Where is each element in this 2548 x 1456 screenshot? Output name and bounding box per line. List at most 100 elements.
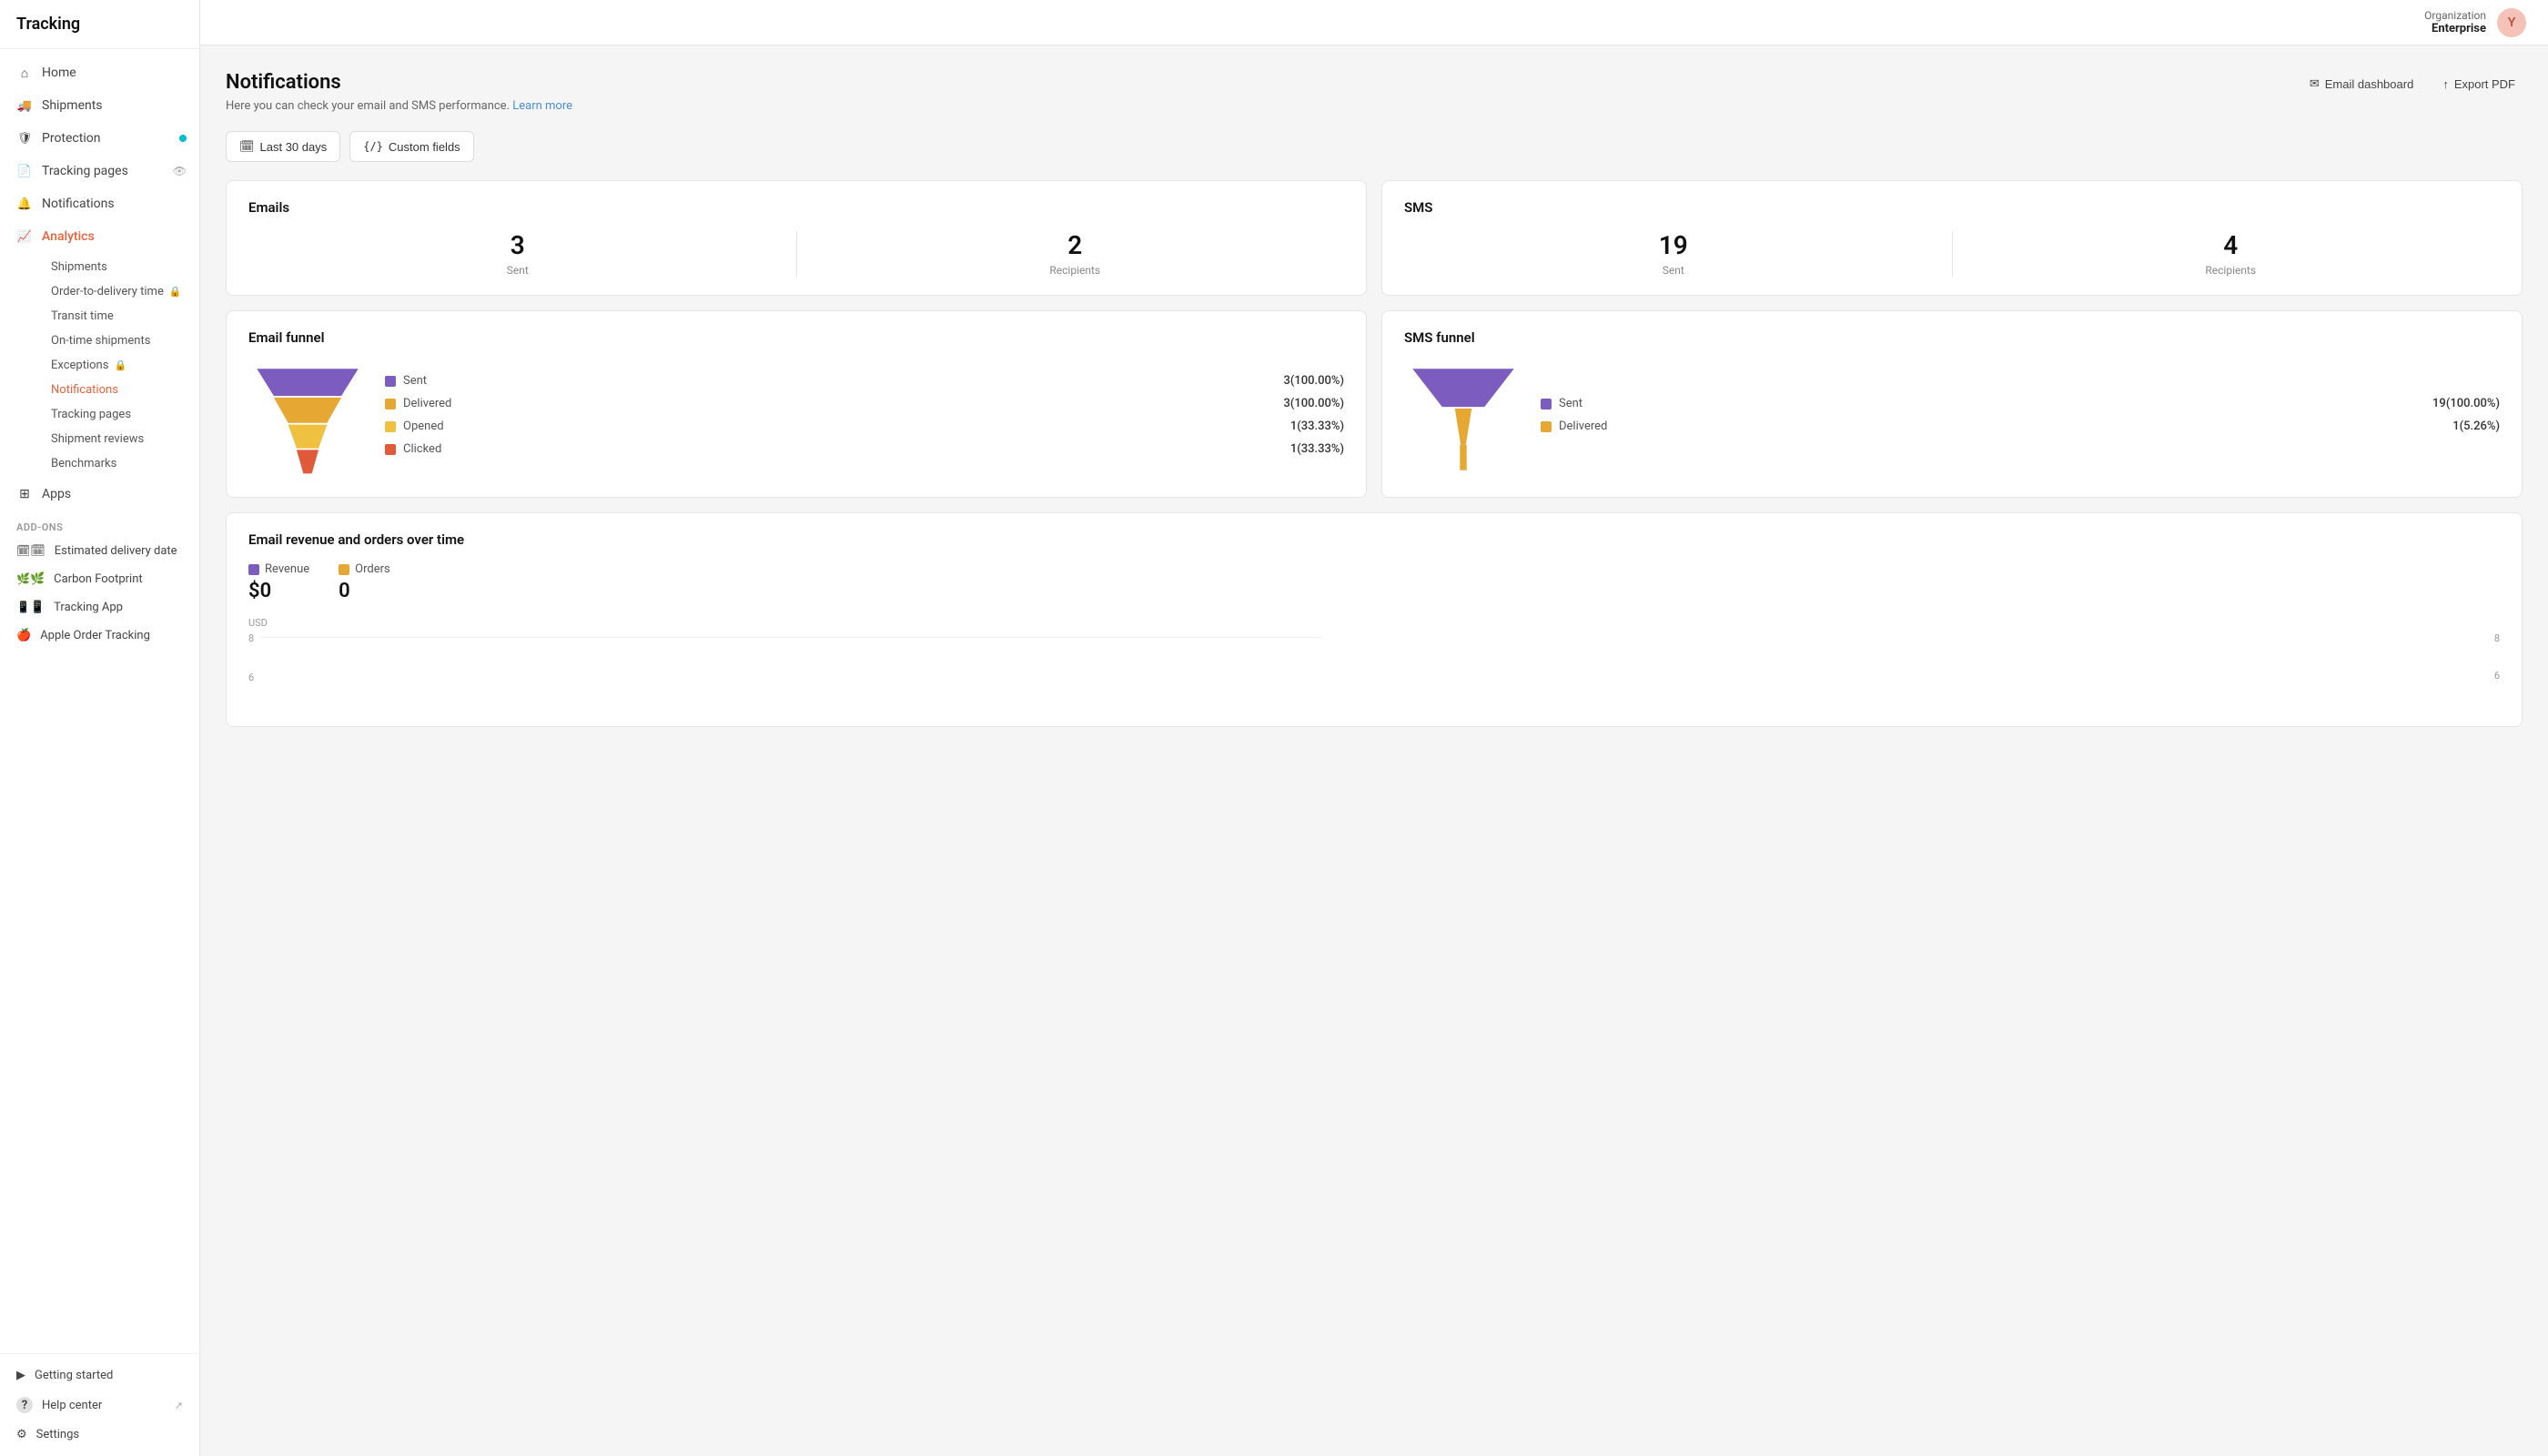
email-funnel-svg <box>248 360 367 479</box>
sms-funnel-visual <box>1404 360 1522 479</box>
email-dashboard-button[interactable]: ✉ Email dashboard <box>2302 71 2421 96</box>
export-pdf-label: Export PDF <box>2454 77 2515 91</box>
chart-line-8-left: 8 <box>248 632 1330 644</box>
delivered-dot <box>385 399 396 410</box>
emails-card: Emails 3 Sent 2 Recipients <box>226 180 1367 296</box>
learn-more-link[interactable]: Learn more <box>512 99 572 113</box>
topbar: Organization Enterprise Y <box>200 0 2548 46</box>
delivered-value: 3(100.00%) <box>1283 397 1344 410</box>
sub-nav-shipments-label: Shipments <box>51 260 107 274</box>
sub-nav-transit-time[interactable]: Transit time <box>42 304 199 329</box>
analytics-icon <box>16 228 33 245</box>
emails-recipients-value: 2 <box>806 230 1345 260</box>
addon-carbon-label: Carbon Footprint <box>54 572 143 586</box>
orders-label: Orders <box>355 562 390 576</box>
revenue-card: Email revenue and orders over time Reven… <box>226 512 2523 727</box>
emails-sent: 3 Sent <box>248 230 787 277</box>
calendar-icon: 🗓 <box>239 139 255 154</box>
sms-sent-label: Sent <box>1559 397 2425 410</box>
sms-card: SMS 19 Sent 4 Recipients <box>1381 180 2523 296</box>
bell-icon <box>16 196 33 212</box>
footer-settings-label: Settings <box>36 1428 79 1441</box>
chart-line-6-left: 6 <box>248 646 1330 683</box>
emails-recipients: 2 Recipients <box>806 230 1345 277</box>
addon-carbon[interactable]: 🌿 Carbon Footprint <box>0 565 199 593</box>
sidebar-item-apps[interactable]: ⊞ Apps <box>0 478 199 511</box>
sms-stat-row: 19 Sent 4 Recipients <box>1404 230 2500 277</box>
sidebar-item-tracking-pages[interactable]: Tracking pages <box>0 155 199 187</box>
sub-nav-notifications[interactable]: Notifications <box>42 378 199 402</box>
protection-badge-dot <box>179 135 187 142</box>
sub-nav-shipment-reviews[interactable]: Shipment reviews <box>42 427 199 451</box>
page-subtitle: Here you can check your email and SMS pe… <box>226 99 572 113</box>
sms-legend-delivered: Delivered 1(5.26%) <box>1541 420 2500 433</box>
sub-nav-shipment-reviews-label: Shipment reviews <box>51 432 144 446</box>
chart-label-6-left: 6 <box>248 672 254 683</box>
sidebar-item-home-label: Home <box>42 66 76 80</box>
footer-help-center[interactable]: ? Help center ↗ <box>0 1390 199 1421</box>
emails-sent-label: Sent <box>248 264 787 277</box>
sub-nav-transit-time-label: Transit time <box>51 309 114 323</box>
page-icon <box>16 163 33 179</box>
footer-getting-started[interactable]: ▶ Getting started <box>0 1361 199 1390</box>
sub-nav-exceptions[interactable]: Exceptions <box>42 353 199 378</box>
sms-funnel-title: SMS funnel <box>1404 329 2500 346</box>
eye-icon <box>173 164 187 178</box>
addon-apple[interactable]: 🍎 Apple Order Tracking <box>0 622 199 650</box>
sidebar: Tracking Home Shipments Protection Track… <box>0 0 200 1456</box>
email-funnel-content: Sent 3(100.00%) Delivered 3(100.00%) Ope… <box>248 360 1344 479</box>
footer-getting-started-label: Getting started <box>35 1369 113 1382</box>
main: Organization Enterprise Y Notifications … <box>200 0 2548 1456</box>
chart-label-6-right: 6 <box>2494 670 2500 682</box>
footer-settings[interactable]: ⚙ Settings <box>0 1421 199 1449</box>
chart-label-8-left: 8 <box>248 632 254 644</box>
email-legend-delivered: Delivered 3(100.00%) <box>385 397 1344 410</box>
header-actions: ✉ Email dashboard ↑ Export PDF <box>2302 71 2523 96</box>
sms-funnel-svg <box>1404 360 1522 479</box>
clicked-label: Clicked <box>403 442 1283 456</box>
addon-edd[interactable]: 🗓 Estimated delivery date <box>0 537 199 565</box>
date-range-filter[interactable]: 🗓 Last 30 days <box>226 131 340 162</box>
sidebar-item-notifications[interactable]: Notifications <box>0 187 199 220</box>
email-icon: ✉ <box>2310 76 2320 91</box>
org-label: Organization <box>2424 9 2486 22</box>
sent-dot <box>385 376 396 387</box>
sidebar-item-analytics[interactable]: Analytics <box>0 220 199 253</box>
email-legend-sent: Sent 3(100.00%) <box>385 374 1344 388</box>
sidebar-item-protection[interactable]: Protection <box>0 122 199 155</box>
addon-tracking-app[interactable]: 📱 Tracking App <box>0 593 199 622</box>
sub-nav-tracking-pages[interactable]: Tracking pages <box>42 402 199 427</box>
home-icon <box>16 65 33 81</box>
revenue-value: $0 <box>248 580 309 602</box>
revenue-metrics: Revenue $0 Orders 0 <box>248 562 2500 602</box>
sub-nav-shipments[interactable]: Shipments <box>42 255 199 279</box>
export-pdf-button[interactable]: ↑ Export PDF <box>2435 72 2523 96</box>
custom-fields-filter[interactable]: {/} Custom fields <box>349 131 473 162</box>
funnel-grid: Email funnel <box>226 310 2523 498</box>
sub-nav-on-time[interactable]: On-time shipments <box>42 329 199 353</box>
sent-value: 3(100.00%) <box>1283 374 1344 388</box>
clicked-dot <box>385 444 396 455</box>
sms-stat-divider <box>1952 231 1953 277</box>
sidebar-item-notifications-label: Notifications <box>42 197 115 211</box>
email-legend-clicked: Clicked 1(33.33%) <box>385 442 1344 456</box>
sub-nav-benchmarks[interactable]: Benchmarks <box>42 451 199 476</box>
addon-edd-label: Estimated delivery date <box>55 544 177 558</box>
sidebar-item-protection-label: Protection <box>42 131 100 146</box>
stats-grid: Emails 3 Sent 2 Recipients SMS <box>226 180 2523 296</box>
sub-nav-tracking-pages-label: Tracking pages <box>51 408 131 421</box>
footer-help-center-label: Help center <box>42 1399 102 1412</box>
app-title: Tracking <box>0 0 199 49</box>
emails-card-title: Emails <box>248 199 1344 216</box>
email-funnel-visual <box>248 360 367 479</box>
emails-stat-divider <box>796 231 797 277</box>
grid-icon: ⊞ <box>16 486 33 502</box>
sub-nav-order-delivery[interactable]: Order-to-delivery time <box>42 279 199 304</box>
sidebar-item-home[interactable]: Home <box>0 56 199 89</box>
date-icon: 🗓 <box>16 544 46 558</box>
addons-section-label: ADD-ONS <box>0 511 199 537</box>
sidebar-footer: ▶ Getting started ? Help center ↗ ⚙ Sett… <box>0 1353 199 1456</box>
sidebar-item-shipments[interactable]: Shipments <box>0 89 199 122</box>
emails-recipients-label: Recipients <box>806 264 1345 277</box>
clicked-value: 1(33.33%) <box>1290 442 1344 456</box>
